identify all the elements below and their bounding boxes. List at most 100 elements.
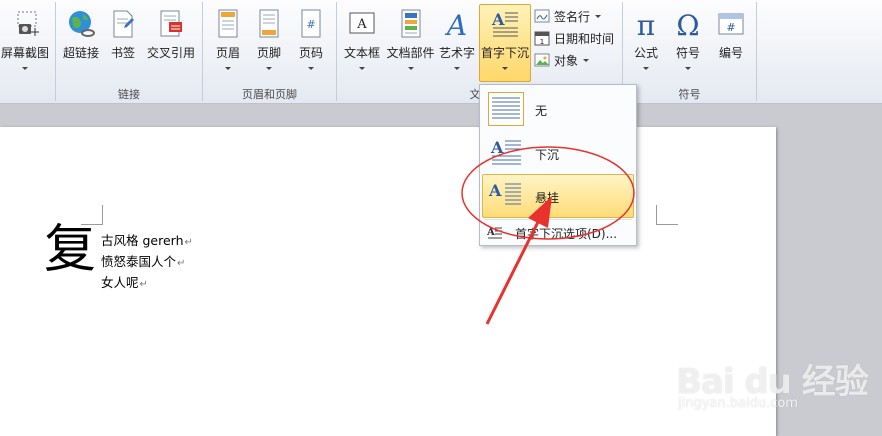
date-time-label: 日期和时间 — [554, 31, 615, 46]
document-line: 女人呢↵ — [101, 272, 148, 291]
symbol-button[interactable]: Ω 符号 — [670, 4, 706, 82]
document-page[interactable]: 复 古风格 gererh↵ 愤怒泰国人个↵ 女人呢↵ — [0, 127, 776, 436]
bookmark-icon — [113, 10, 134, 38]
object-label: 对象 — [554, 53, 579, 68]
screenshot-icon — [17, 11, 39, 36]
chevron-down-icon — [359, 67, 365, 70]
watermark-url: jingyan.baidu.com — [678, 396, 798, 411]
links-group-label: 链接 — [118, 88, 140, 101]
menu-item-none[interactable]: 无 — [482, 87, 634, 131]
cross-reference-button[interactable]: 交叉引用 — [144, 4, 198, 82]
globe-link-icon — [69, 11, 95, 37]
menu-item-in-margin[interactable]: A 悬挂 — [482, 174, 634, 218]
svg-text:A: A — [488, 181, 502, 200]
menu-item-label: 悬挂 — [535, 191, 560, 205]
screenshot-button[interactable]: 屏幕截图 — [0, 4, 52, 82]
wordart-label: 艺术字 — [438, 46, 475, 60]
svg-text:A: A — [490, 138, 504, 157]
omega-icon: Ω — [676, 9, 699, 40]
drop-cap-options-label: 首字下沉选项(D)... — [515, 227, 618, 241]
line-text: 愤怒泰国人个 — [101, 254, 177, 269]
footer-label: 页脚 — [256, 46, 281, 60]
equation-button[interactable]: π 公式 — [628, 4, 664, 82]
text-box-icon: A — [349, 12, 375, 34]
svg-text:#: # — [726, 21, 735, 34]
drop-cap-dropped-icon: A — [490, 138, 521, 165]
header-icon — [218, 9, 238, 38]
signature-line-label: 签名行 — [554, 9, 591, 24]
hyperlink-button[interactable]: 超链接 — [59, 4, 103, 82]
drop-cap-in-margin-icon: A — [488, 181, 521, 205]
chevron-down-icon — [502, 67, 508, 70]
quick-parts-label: 文档部件 — [386, 46, 435, 60]
equation-label: 公式 — [633, 46, 658, 60]
signature-line-button[interactable]: 签名行 — [534, 6, 602, 26]
header-label: 页眉 — [215, 46, 240, 60]
chevron-down-icon — [22, 67, 28, 70]
numbering-label: 编号 — [718, 46, 743, 60]
quick-parts-button[interactable]: 文档部件 — [385, 4, 436, 82]
object-button[interactable]: 对象 — [534, 50, 590, 70]
cross-reference-label: 交叉引用 — [146, 46, 195, 60]
menu-separator — [484, 219, 632, 220]
bookmark-button[interactable]: 书签 — [106, 4, 140, 82]
page-number-button[interactable]: # 页码 — [293, 4, 329, 82]
calendar-icon: 1 — [534, 31, 550, 46]
svg-text:A: A — [487, 227, 495, 238]
header-button[interactable]: 页眉 — [210, 4, 246, 82]
pi-icon: π — [637, 9, 655, 40]
object-icon — [534, 53, 550, 67]
page-number-icon: # — [301, 9, 321, 38]
chevron-down-icon — [266, 67, 272, 70]
ribbon-insert-tab: 屏幕截图 超链接 书签 交叉引用 链接 页眉 页脚 # 页码 页眉和页脚 A 文… — [0, 0, 882, 104]
line-text: 古风格 gererh — [101, 233, 184, 248]
drop-cap-menu: 无 A 下沉 A 悬挂 A 首字下沉选项(D)... — [479, 84, 637, 246]
paragraph-mark: ↵ — [184, 237, 193, 248]
header-footer-group-label: 页眉和页脚 — [242, 88, 297, 101]
footer-icon — [259, 9, 279, 38]
chevron-down-icon — [595, 14, 602, 18]
document-line: 愤怒泰国人个↵ — [101, 251, 185, 270]
baidu-watermark: Bai du 经验 jingyan.baidu.com — [676, 342, 876, 422]
signature-line-icon — [534, 9, 550, 23]
hyperlink-label: 超链接 — [62, 46, 99, 60]
chevron-down-icon — [225, 67, 231, 70]
drop-cap-character: 复 — [44, 220, 97, 280]
chevron-down-icon — [643, 67, 649, 70]
menu-item-dropped[interactable]: A 下沉 — [482, 131, 634, 175]
chevron-down-icon — [685, 67, 691, 70]
drop-cap-button[interactable]: A 首字下沉 — [479, 4, 531, 82]
chevron-down-icon — [308, 67, 314, 70]
wordart-icon: A — [444, 9, 467, 40]
cross-reference-icon — [160, 10, 182, 37]
svg-text:π: π — [637, 9, 655, 40]
drop-cap-icon: A — [491, 10, 518, 37]
chevron-down-icon — [583, 58, 590, 62]
document-line: 古风格 gererh↵ — [101, 230, 193, 249]
screenshot-label: 屏幕截图 — [0, 46, 49, 60]
menu-item-label: 无 — [535, 104, 548, 118]
svg-text:A: A — [356, 17, 367, 32]
drop-cap-none-icon — [488, 92, 524, 126]
chevron-down-icon — [454, 67, 460, 70]
symbol-label: 符号 — [675, 46, 700, 60]
line-text: 女人呢 — [101, 275, 139, 290]
text-box-button[interactable]: A 文本框 — [342, 4, 382, 82]
numbering-button[interactable]: # 编号 — [712, 4, 750, 82]
svg-text:#: # — [306, 18, 315, 31]
drop-cap-options-item[interactable]: A 首字下沉选项(D)... — [482, 222, 634, 244]
svg-text:A: A — [491, 10, 505, 29]
chevron-down-icon — [407, 67, 414, 70]
footer-button[interactable]: 页脚 — [251, 4, 287, 82]
group-separator — [336, 2, 337, 101]
svg-text:Ω: Ω — [676, 9, 699, 40]
svg-text:1: 1 — [540, 38, 544, 46]
numbering-icon: # — [718, 13, 744, 35]
paragraph-mark: ↵ — [139, 279, 148, 290]
quick-parts-icon — [401, 9, 420, 38]
menu-item-label: 下沉 — [535, 148, 560, 162]
wordart-button[interactable]: A 艺术字 — [437, 4, 477, 82]
drop-cap-label: 首字下沉 — [480, 46, 529, 60]
bookmark-label: 书签 — [110, 46, 135, 60]
date-time-button[interactable]: 1 日期和时间 — [534, 28, 614, 48]
